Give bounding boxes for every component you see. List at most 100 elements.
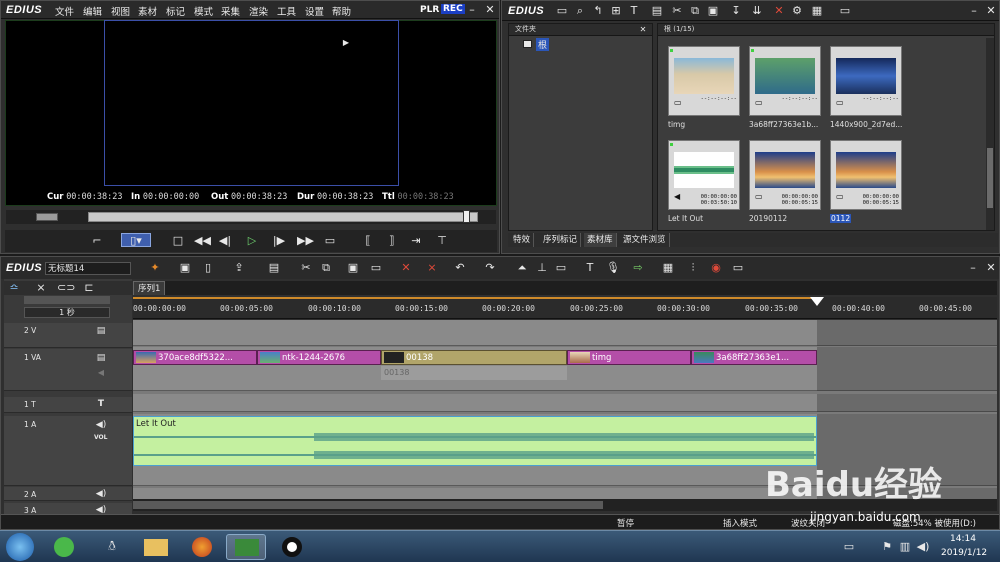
clip-item[interactable]: ▭ --:--:--:-- 1440x900_2d7ed... bbox=[830, 46, 902, 129]
track-1t-header[interactable]: 1 TT bbox=[4, 397, 132, 413]
split-icon[interactable]: ⊥ bbox=[535, 261, 549, 275]
up-folder-icon[interactable]: ↰ bbox=[591, 4, 605, 18]
track-2v-lane[interactable] bbox=[133, 320, 817, 346]
layout-icon[interactable]: ▭ bbox=[731, 261, 745, 275]
menu-tools[interactable]: 工具 bbox=[277, 4, 296, 18]
copy-icon[interactable]: ⧉ bbox=[319, 261, 333, 275]
bin-menu-icon[interactable]: ▭ bbox=[838, 4, 852, 18]
step-forward-icon[interactable]: |▶ bbox=[272, 234, 286, 248]
shuttle-slider[interactable] bbox=[36, 213, 58, 221]
video-clip[interactable]: timg bbox=[567, 350, 691, 365]
undo-icon[interactable]: ↶ bbox=[453, 261, 467, 275]
speaker-icon[interactable]: ◀) bbox=[94, 418, 108, 432]
microphone-icon[interactable]: 🎙︎ bbox=[606, 261, 620, 275]
tray-volume-icon[interactable]: ◀) bbox=[916, 540, 930, 554]
video-clip[interactable]: 3a68ff27363e1... bbox=[691, 350, 817, 365]
minimize-icon[interactable]: – bbox=[465, 3, 479, 17]
tab-effects[interactable]: 特效 bbox=[510, 233, 535, 247]
taskbar-app-explorer[interactable] bbox=[136, 534, 176, 560]
expand-tracks-icon[interactable]: ≏ bbox=[7, 281, 21, 295]
set-out-button[interactable]: ▯▾ bbox=[121, 233, 151, 247]
close-folder-pane-icon[interactable]: ✕ bbox=[636, 23, 650, 37]
minimize-icon[interactable]: – bbox=[967, 4, 981, 18]
track-1t-lane[interactable] bbox=[133, 394, 817, 412]
snapshot-icon[interactable]: ▣ bbox=[178, 261, 192, 275]
menu-view[interactable]: 视图 bbox=[111, 4, 130, 18]
playhead-marker[interactable] bbox=[810, 297, 824, 306]
play-icon[interactable]: ▷ bbox=[245, 234, 259, 248]
scrollbar-thumb[interactable] bbox=[987, 148, 993, 208]
plr-toggle[interactable]: PLR bbox=[420, 5, 439, 15]
mode-icon[interactable]: ✦ bbox=[148, 261, 162, 275]
waveform-icon[interactable]: ⊏ bbox=[82, 281, 96, 295]
taskbar-app-qq[interactable]: 🐧︎ bbox=[92, 534, 132, 560]
tab-source-browser[interactable]: 源文件浏览 bbox=[620, 233, 670, 247]
start-button[interactable] bbox=[6, 533, 34, 561]
overwrite-to-timeline-icon[interactable]: ⟧ bbox=[385, 234, 399, 248]
fast-forward-icon[interactable]: ▶▶ bbox=[297, 234, 314, 248]
position-bar[interactable] bbox=[88, 212, 478, 222]
add-to-timeline-icon[interactable]: ↧ bbox=[729, 4, 743, 18]
track-1a-header[interactable]: 1 A ◀) VOL bbox=[4, 416, 132, 486]
cut-icon[interactable]: ✂ bbox=[299, 261, 313, 275]
render-icon[interactable]: ◉ bbox=[709, 261, 723, 275]
paste-icon[interactable]: ▣ bbox=[346, 261, 360, 275]
clip-item[interactable]: ▭ --:--:--:-- timg bbox=[668, 46, 740, 129]
clip-item[interactable]: ▭ 00:00:00:00 00:00:05:15 0112 bbox=[830, 140, 902, 223]
title-icon[interactable]: T bbox=[627, 4, 641, 18]
video-clip[interactable]: 370ace8df5322... bbox=[133, 350, 257, 365]
position-handle[interactable] bbox=[463, 210, 470, 223]
title-icon[interactable]: T bbox=[583, 261, 597, 275]
export-icon[interactable]: ⇨ bbox=[631, 261, 645, 275]
overwrite-icon[interactable]: ⇊ bbox=[750, 4, 764, 18]
track-1va-header[interactable]: 1 VA ▤ ◀ bbox=[4, 349, 132, 391]
replace-icon[interactable]: ▭ bbox=[369, 261, 383, 275]
tab-sequence-1[interactable]: 序列1 bbox=[133, 281, 166, 295]
toggle-icon[interactable]: ⊤ bbox=[435, 234, 449, 248]
ripple-delete-icon[interactable]: ⨯ bbox=[425, 261, 439, 275]
zoom-slider[interactable] bbox=[24, 296, 110, 304]
close-icon[interactable]: ✕ bbox=[483, 3, 497, 17]
taskbar-app-recorder[interactable] bbox=[272, 534, 312, 560]
video-mute-icon[interactable]: ▤ bbox=[94, 324, 108, 338]
open-project-icon[interactable]: ⇪ bbox=[232, 261, 246, 275]
audio-mute-icon[interactable]: ◀ bbox=[94, 366, 108, 380]
color-bar-icon[interactable]: ▤ bbox=[650, 4, 664, 18]
match-frame-icon[interactable]: ⇥ bbox=[409, 234, 423, 248]
search-icon[interactable]: ⌕ bbox=[573, 4, 587, 18]
link-icon[interactable]: ⊂⊃ bbox=[57, 281, 75, 295]
clip-item[interactable]: ◀ 00:00:00:00 00:03:50:10 Let It Out bbox=[668, 140, 740, 223]
minimize-icon[interactable]: – bbox=[966, 261, 980, 275]
set-in-icon[interactable]: ⌐ bbox=[90, 234, 104, 248]
taskbar-app-360[interactable] bbox=[44, 534, 84, 560]
add-clip-icon[interactable]: ⊞ bbox=[609, 4, 623, 18]
timeline-ruler[interactable]: 00:00:00:00 00:00:05:00 00:00:10:00 00:0… bbox=[133, 297, 997, 319]
folder-icon[interactable]: ▭ bbox=[555, 4, 569, 18]
menu-edit[interactable]: 编辑 bbox=[83, 4, 102, 18]
zoom-select[interactable]: 1 秒 bbox=[24, 307, 110, 318]
menu-settings[interactable]: 设置 bbox=[305, 4, 324, 18]
track-2v-header[interactable]: 2 V ▤ bbox=[4, 323, 132, 348]
video-clip[interactable]: ntk-1244-2676 bbox=[257, 350, 381, 365]
stop-icon[interactable]: □ bbox=[171, 234, 185, 248]
speaker-icon[interactable]: ◀) bbox=[94, 487, 108, 501]
close-icon[interactable]: ✕ bbox=[984, 4, 998, 18]
video-clip[interactable]: 00138 bbox=[381, 350, 567, 365]
properties-icon[interactable]: ⚙ bbox=[790, 4, 804, 18]
menu-help[interactable]: 帮助 bbox=[332, 4, 351, 18]
rewind-icon[interactable]: ◀◀ bbox=[194, 234, 211, 248]
clock-time[interactable]: 14:14 bbox=[950, 534, 976, 544]
menu-file[interactable]: 文件 bbox=[55, 4, 74, 18]
add-transition-icon[interactable]: ▭ bbox=[554, 261, 568, 275]
cut-icon[interactable]: ✂ bbox=[670, 4, 684, 18]
paste-icon[interactable]: ▣ bbox=[706, 4, 720, 18]
taskbar-app-edius[interactable] bbox=[226, 534, 266, 560]
close-icon[interactable]: ✕ bbox=[984, 261, 998, 275]
redo-icon[interactable]: ↷ bbox=[483, 261, 497, 275]
set-marker-icon[interactable]: ⏶ bbox=[515, 261, 529, 275]
insert-to-timeline-icon[interactable]: ⟦ bbox=[361, 234, 375, 248]
mixer-icon[interactable]: ⫶ bbox=[686, 261, 700, 275]
audio-clip[interactable]: Let It Out bbox=[133, 416, 817, 466]
video-mute-icon[interactable]: ▤ bbox=[94, 351, 108, 365]
tray-network-icon[interactable]: ▥ bbox=[898, 540, 912, 554]
